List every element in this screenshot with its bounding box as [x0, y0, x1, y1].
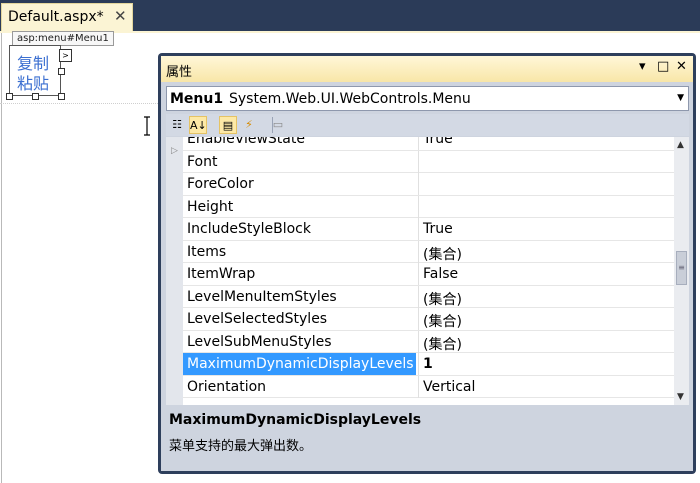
resize-handle-bottom-right[interactable]	[58, 93, 65, 100]
property-name: Orientation	[187, 378, 267, 395]
property-row[interactable]: Orientation Vertical	[183, 375, 674, 398]
property-value[interactable]: 1	[423, 356, 433, 372]
column-divider	[418, 353, 419, 375]
property-value[interactable]: (集合)	[423, 311, 462, 331]
column-divider	[418, 150, 419, 173]
object-type: System.Web.UI.WebControls.Menu	[229, 91, 471, 107]
property-value[interactable]: (集合)	[423, 244, 462, 264]
property-name: ItemWrap	[187, 266, 256, 282]
property-value[interactable]: Vertical	[423, 379, 475, 395]
resize-handle-right[interactable]	[58, 68, 65, 75]
properties-toolbar: ☷ A↓ ▤ ⚡ ▭	[166, 114, 689, 136]
properties-title: 属性	[166, 65, 193, 80]
column-divider	[418, 218, 419, 240]
scroll-down-icon[interactable]: ▼	[677, 392, 684, 402]
column-divider	[418, 240, 419, 263]
vertical-scrollbar[interactable]: ▲ ≡ ▼	[674, 137, 689, 405]
document-tab-bar: Default.aspx* ✕	[0, 0, 700, 31]
property-row-selected[interactable]: MaximumDynamicDisplayLevels 1	[183, 353, 674, 376]
column-divider	[418, 330, 419, 353]
property-grid: ▷ EnableViewState True Font ForeColor He…	[166, 137, 689, 405]
tab-title: Default.aspx*	[8, 9, 104, 25]
tab-default-aspx[interactable]: Default.aspx* ✕	[1, 3, 133, 31]
expand-font-icon[interactable]: ▷	[171, 146, 178, 156]
categorized-icon[interactable]: ☷	[168, 116, 186, 134]
property-name: Font	[187, 153, 218, 170]
column-divider	[418, 195, 419, 218]
property-value[interactable]: True	[423, 137, 453, 147]
property-name: LevelSelectedStyles	[187, 311, 328, 327]
alphabetical-icon[interactable]: A↓	[189, 116, 207, 134]
property-name: EnableViewState	[187, 137, 305, 147]
description-title: MaximumDynamicDisplayLevels	[169, 412, 422, 428]
close-icon[interactable]: ✕	[114, 7, 127, 25]
smart-tag-arrow-icon[interactable]: >	[59, 49, 72, 62]
properties-icon[interactable]: ▤	[219, 116, 237, 134]
property-value[interactable]: True	[423, 221, 453, 237]
property-name: ForeColor	[187, 176, 254, 192]
grid-gutter	[166, 137, 183, 405]
maximize-icon[interactable]: □	[657, 59, 669, 74]
column-divider	[418, 137, 419, 150]
property-row[interactable]: Items (集合)	[183, 240, 674, 264]
text-cursor-icon	[144, 116, 150, 136]
scrollbar-thumb[interactable]: ≡	[676, 251, 687, 285]
control-tag: asp:menu#Menu1	[12, 31, 114, 46]
property-row[interactable]: Font	[183, 150, 674, 173]
property-row[interactable]: IncludeStyleBlock True	[183, 218, 674, 241]
property-name: LevelMenuItemStyles	[187, 288, 337, 305]
resize-handle-bottom-left[interactable]	[6, 93, 13, 100]
column-divider	[418, 173, 419, 195]
property-value[interactable]: (集合)	[423, 289, 462, 309]
page-guide-line	[0, 103, 158, 104]
resize-handle-bottom[interactable]	[32, 93, 39, 100]
column-divider	[418, 285, 419, 308]
column-divider	[418, 375, 419, 398]
property-row[interactable]: ItemWrap False	[183, 263, 674, 286]
property-row[interactable]: LevelSubMenuStyles (集合)	[183, 330, 674, 354]
menu-item-paste[interactable]: 粘贴	[17, 70, 49, 94]
object-name: Menu1	[170, 91, 224, 107]
close-icon[interactable]: ✕	[676, 59, 687, 74]
properties-panel: 属性 ▾ □ ✕ Menu1 System.Web.UI.WebControls…	[161, 56, 693, 471]
property-name: Items	[187, 243, 227, 260]
property-row[interactable]: LevelMenuItemStyles (集合)	[183, 285, 674, 309]
property-value[interactable]: (集合)	[423, 334, 462, 354]
property-name: Height	[187, 198, 234, 215]
menu-control[interactable]: 复制 粘贴	[9, 45, 61, 96]
events-icon[interactable]: ⚡	[240, 116, 258, 134]
property-name: LevelSubMenuStyles	[187, 333, 332, 350]
column-divider	[418, 263, 419, 285]
property-value[interactable]: False	[423, 266, 458, 282]
property-name: IncludeStyleBlock	[187, 221, 311, 237]
scroll-up-icon[interactable]: ▲	[677, 140, 684, 150]
properties-titlebar[interactable]: 属性 ▾ □ ✕	[161, 56, 693, 82]
property-row[interactable]: EnableViewState True	[183, 137, 674, 151]
dropdown-icon[interactable]: ▾	[639, 59, 646, 74]
property-pages-icon[interactable]: ▭	[269, 116, 287, 134]
properties-window: 属性 ▾ □ ✕ Menu1 System.Web.UI.WebControls…	[158, 53, 696, 474]
property-name: MaximumDynamicDisplayLevels	[183, 353, 416, 375]
property-row[interactable]: Height	[183, 195, 674, 218]
description-pane: MaximumDynamicDisplayLevels 菜单支持的最大弹出数。	[166, 408, 689, 466]
chevron-down-icon[interactable]: ▼	[677, 93, 684, 103]
surface-border	[1, 33, 2, 483]
property-row[interactable]: LevelSelectedStyles (集合)	[183, 308, 674, 331]
object-selector[interactable]: Menu1 System.Web.UI.WebControls.Menu ▼	[166, 86, 689, 111]
description-text: 菜单支持的最大弹出数。	[169, 439, 313, 454]
column-divider	[418, 308, 419, 330]
property-row[interactable]: ForeColor	[183, 173, 674, 196]
